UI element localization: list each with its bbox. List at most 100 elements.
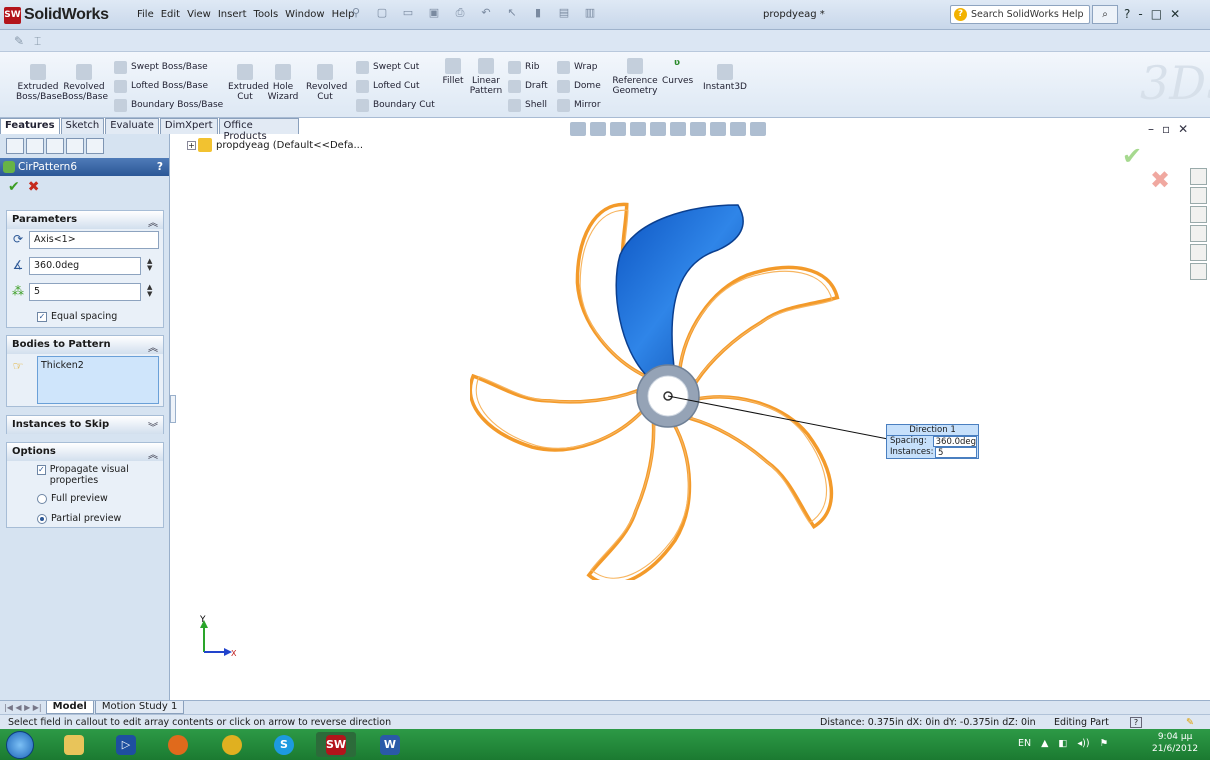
start-button[interactable]	[6, 731, 34, 759]
full-preview-radio[interactable]: Full preview	[37, 493, 108, 504]
instances-to-skip-header[interactable]: Instances to Skip ︾	[7, 416, 163, 434]
graphics-minimize-button[interactable]: –	[1148, 122, 1154, 136]
view-settings-icon[interactable]	[750, 122, 766, 136]
help-search[interactable]: ? Search SolidWorks Help	[950, 5, 1090, 24]
list-item[interactable]: Thicken2	[41, 360, 84, 371]
hole-wizard-button[interactable]: Hole Wizard	[266, 64, 300, 102]
close-button[interactable]: ✕	[1170, 7, 1180, 21]
axis-field[interactable]: Axis<1>	[29, 231, 159, 249]
extruded-boss-button[interactable]: Extruded Boss/Base	[16, 64, 62, 102]
draft-button[interactable]: Draft	[508, 79, 548, 93]
boundary-cut-button[interactable]: Boundary Cut	[356, 98, 435, 112]
tab-motion-study[interactable]: Motion Study 1	[94, 701, 185, 714]
design-library-icon[interactable]	[1190, 187, 1207, 204]
configuration-manager-icon[interactable]	[46, 138, 64, 154]
swept-cut-button[interactable]: Swept Cut	[356, 60, 419, 74]
axis-direction-icon[interactable]: ⟳	[10, 231, 26, 247]
shell-button[interactable]: Shell	[508, 98, 547, 112]
tab-sketch[interactable]: Sketch	[60, 118, 105, 134]
property-manager-icon[interactable]	[26, 138, 44, 154]
volume-icon[interactable]: ◂))	[1077, 738, 1089, 749]
hide-show-items-icon[interactable]	[690, 122, 706, 136]
taskbar-firefox[interactable]	[158, 732, 198, 757]
app-logo[interactable]: SW SolidWorks	[4, 6, 109, 24]
bodies-list[interactable]: Thicken2	[37, 356, 159, 404]
tab-office-products[interactable]: Office Products	[218, 118, 299, 142]
rebuild-icon[interactable]: ▮	[528, 6, 548, 23]
cancel-x-icon[interactable]: ✖	[28, 179, 40, 195]
pin-icon[interactable]: ⚲	[346, 6, 366, 23]
linear-pattern-button[interactable]: Linear Pattern	[468, 58, 504, 96]
dimxpert-manager-icon[interactable]	[66, 138, 84, 154]
flyout-feature-tree[interactable]: + propdyeag (Default<<Defa...	[187, 138, 363, 152]
clock[interactable]: 9:04 μμ 21/6/2012	[1152, 731, 1198, 755]
status-help-icon[interactable]: ?	[1130, 717, 1142, 728]
search-button[interactable]: ⌕	[1092, 5, 1118, 24]
angle-field[interactable]: 360.0deg	[29, 257, 141, 275]
menu-file[interactable]: File	[137, 9, 161, 20]
smart-dimension-icon[interactable]: ⌶	[34, 34, 41, 49]
menu-insert[interactable]: Insert	[218, 9, 254, 20]
revolved-boss-button[interactable]: Revolved Boss/Base	[62, 64, 108, 102]
display-style-icon[interactable]	[670, 122, 686, 136]
swept-boss-button[interactable]: Swept Boss/Base	[114, 60, 208, 74]
direction-callout[interactable]: Direction 1 Spacing: 360.0deg Instances:…	[886, 424, 979, 459]
previous-view-icon[interactable]	[610, 122, 626, 136]
propagate-visual-checkbox[interactable]: ✓ Propagate visual properties	[37, 464, 137, 486]
dome-button[interactable]: Dome	[557, 79, 601, 93]
tab-dimxpert[interactable]: DimXpert	[159, 118, 218, 134]
menu-tools[interactable]: Tools	[254, 9, 286, 20]
equal-spacing-checkbox[interactable]: ✓ Equal spacing	[37, 311, 117, 322]
undo-icon[interactable]: ↶	[476, 6, 496, 23]
view-palette-icon[interactable]	[1190, 225, 1207, 242]
tab-model[interactable]: Model	[45, 701, 94, 714]
taskbar-media-player[interactable]: ▷	[106, 732, 146, 757]
menu-window[interactable]: Window	[285, 9, 331, 20]
tab-features[interactable]: Features	[0, 118, 60, 134]
view-orientation-icon[interactable]	[650, 122, 666, 136]
graphics-close-button[interactable]: ✕	[1178, 122, 1188, 136]
menu-edit[interactable]: Edit	[161, 9, 187, 20]
zoom-to-area-icon[interactable]	[590, 122, 606, 136]
callout-spacing-value[interactable]: 360.0deg	[932, 436, 977, 447]
appearances-icon[interactable]	[1190, 244, 1207, 261]
tray-expand-icon[interactable]: ▲	[1041, 738, 1048, 749]
reference-geometry-button[interactable]: Reference Geometry	[610, 58, 660, 96]
help-button[interactable]: ?	[157, 161, 163, 173]
status-mode[interactable]: Editing Part	[1054, 717, 1109, 728]
rib-button[interactable]: Rib	[508, 60, 539, 74]
ok-check-icon[interactable]: ✔	[8, 179, 20, 195]
feature-tree-icon[interactable]	[6, 138, 24, 154]
zoom-to-fit-icon[interactable]	[570, 122, 586, 136]
instant3d-button[interactable]: Instant3D	[702, 64, 748, 92]
confirm-cancel-icon[interactable]: ✖	[1150, 166, 1170, 194]
angle-stepper[interactable]: ▲ ▼	[147, 258, 152, 272]
extruded-cut-button[interactable]: Extruded Cut	[228, 64, 269, 102]
display-manager-icon[interactable]	[86, 138, 104, 154]
print-icon[interactable]: ⎙	[450, 6, 470, 23]
file-properties-icon[interactable]: ▤	[554, 6, 574, 23]
open-icon[interactable]: ▭	[398, 6, 418, 23]
wrap-button[interactable]: Wrap	[557, 60, 597, 74]
mirror-button[interactable]: Mirror	[557, 98, 601, 112]
taskbar-solidworks[interactable]: SW	[316, 732, 356, 757]
instances-stepper[interactable]: ▲ ▼	[147, 284, 152, 298]
apply-scene-icon[interactable]	[730, 122, 746, 136]
panel-splitter[interactable]	[170, 395, 176, 423]
options-header[interactable]: Options ︽	[7, 443, 163, 461]
rebuild-status-icon[interactable]: ✎	[1186, 717, 1194, 728]
graphics-restore-button[interactable]: ▫	[1162, 122, 1170, 136]
parameters-header[interactable]: Parameters ︽	[7, 211, 163, 229]
restore-button[interactable]: □	[1151, 7, 1162, 21]
bodies-header[interactable]: Bodies to Pattern ︽	[7, 336, 163, 354]
section-view-icon[interactable]	[630, 122, 646, 136]
tab-scroll-arrows[interactable]: |◀ ◀ ▶ ▶|	[4, 703, 42, 712]
options-icon[interactable]: ▥	[580, 6, 600, 23]
sketch-icon[interactable]: ✎	[14, 34, 24, 48]
taskbar-file-explorer[interactable]	[54, 732, 94, 757]
action-center-icon[interactable]: ⚑	[1100, 738, 1109, 749]
file-explorer-icon[interactable]	[1190, 206, 1207, 223]
lofted-boss-button[interactable]: Lofted Boss/Base	[114, 79, 208, 93]
new-document-icon[interactable]: ▢	[372, 6, 392, 23]
expand-plus-icon[interactable]: +	[187, 140, 196, 150]
